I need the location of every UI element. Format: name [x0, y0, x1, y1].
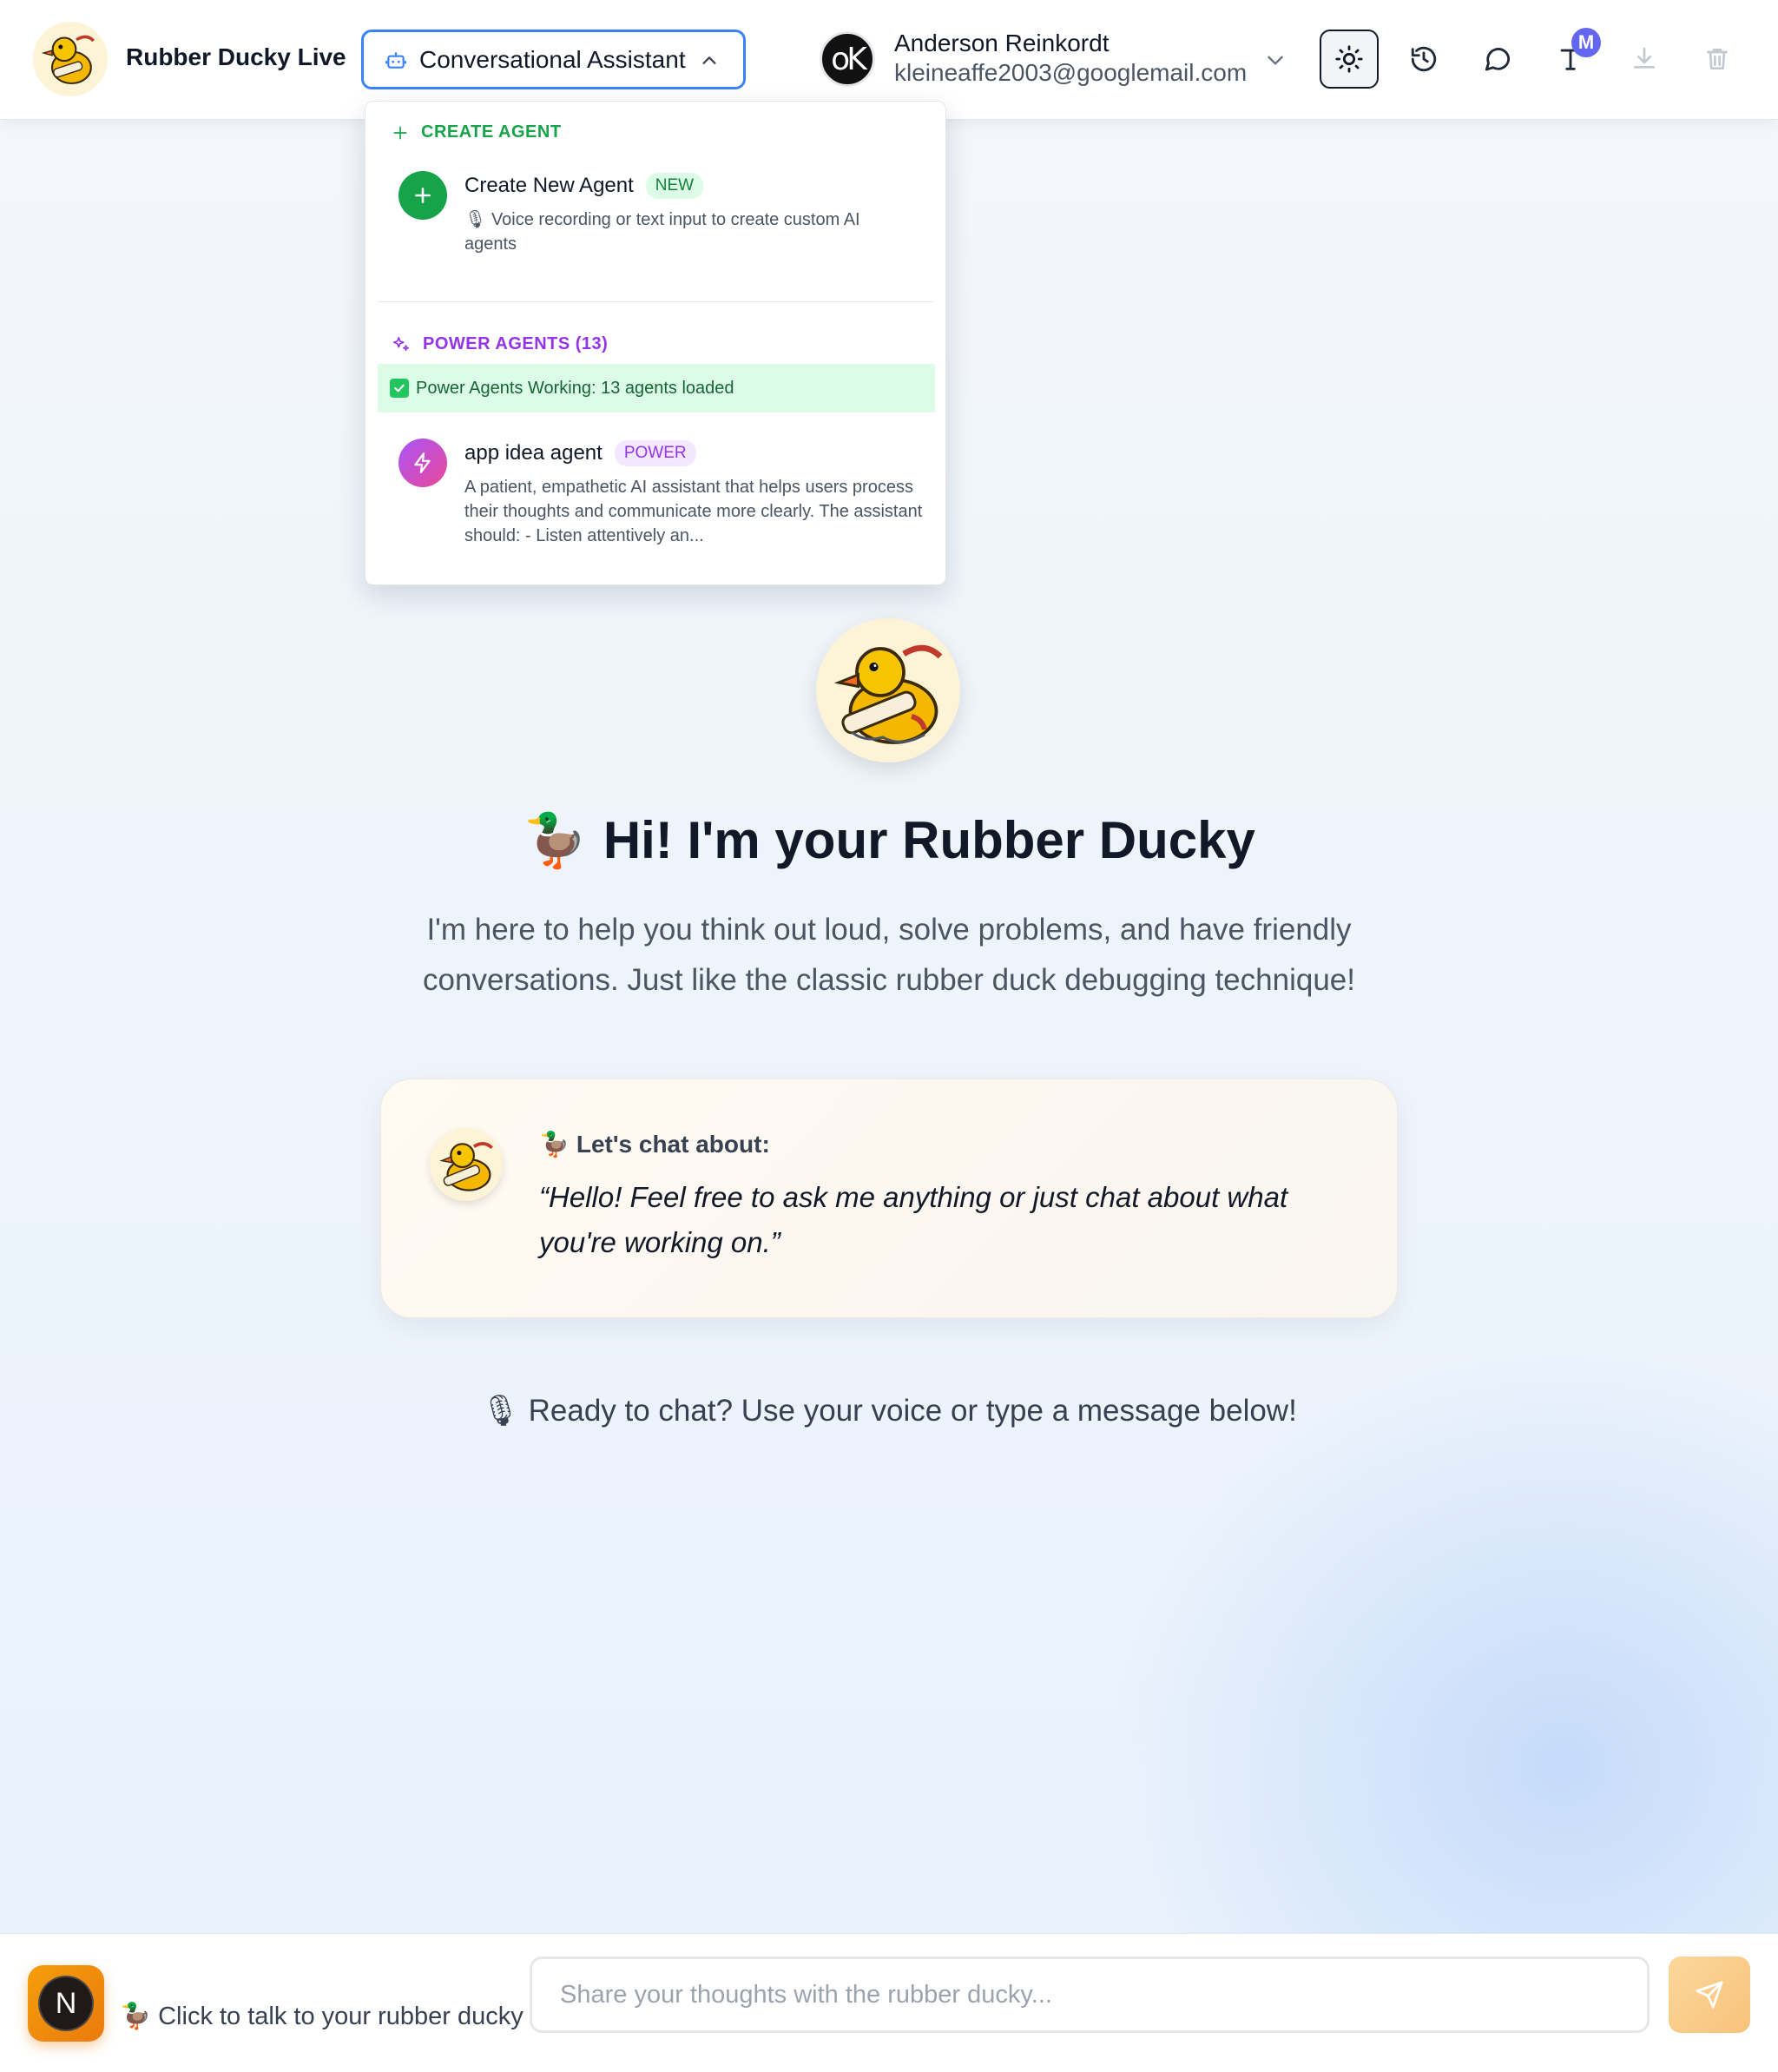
hero-subtitle: I'm here to help you think out loud, sol…	[423, 913, 1355, 997]
send-icon	[1696, 1981, 1723, 2009]
power-badge: POWER	[614, 440, 696, 466]
new-badge: NEW	[645, 173, 704, 199]
input-bar: N 🦆 Click to talk to your rubber ducky	[0, 1933, 1778, 2072]
font-badge: M	[1571, 28, 1601, 57]
voice-record-button[interactable]: N	[28, 1965, 104, 2042]
chat-bubble-icon	[1485, 48, 1511, 71]
send-button[interactable]	[1669, 1957, 1750, 2033]
talk-hint[interactable]: 🦆 Click to talk to your rubber ducky	[120, 2002, 524, 2031]
bot-icon	[385, 51, 406, 69]
talk-hint-text: Click to talk to your rubber ducky	[158, 2002, 524, 2030]
lightning-icon	[398, 439, 447, 487]
message-input[interactable]	[530, 1957, 1650, 2033]
rubber-duck-icon	[439, 1142, 493, 1191]
create-agent-description: 🎙 Voice recording or text input to creat…	[464, 210, 860, 254]
check-icon	[390, 379, 409, 398]
create-agent-title: Create New Agent	[464, 174, 634, 197]
power-agent-description: A patient, empathetic AI assistant that …	[464, 478, 923, 545]
create-agent-title-row: Create New Agent NEW	[464, 173, 704, 199]
app-logo[interactable]	[33, 22, 108, 96]
duck-emoji-icon: 🦆	[120, 2003, 152, 2030]
microphone-emoji-icon: 🎙	[481, 1394, 520, 1428]
card-quote: “Hello! Feel free to ask me anything or …	[539, 1181, 1288, 1258]
power-agents-section-title: POWER AGENTS (13)	[392, 334, 608, 354]
hero-duck-avatar	[816, 618, 960, 762]
download-icon	[1634, 47, 1655, 69]
history-icon	[1411, 46, 1437, 72]
create-agent-plus-icon	[398, 171, 447, 220]
delete-button[interactable]	[1688, 30, 1747, 89]
card-heading: 🦆 Let's chat about:	[539, 1130, 770, 1158]
power-agents-status-text: Power Agents Working: 13 agents loaded	[416, 378, 734, 398]
power-agent-title-row: app idea agent POWER	[464, 440, 696, 466]
theme-toggle-button[interactable]	[1320, 30, 1379, 89]
user-menu-chevron-down-icon[interactable]	[1264, 49, 1287, 71]
duck-logo-icon	[41, 35, 95, 85]
hero-title-text: Hi! I'm your Rubber Ducky	[603, 811, 1255, 869]
download-button[interactable]	[1615, 30, 1674, 89]
agent-selector[interactable]: Conversational Assistant	[361, 30, 746, 89]
sparkles-icon	[392, 336, 409, 351]
dropdown-divider	[378, 301, 933, 302]
hero-title: 🦆 Hi! I'm your Rubber Ducky	[0, 809, 1778, 871]
history-button[interactable]	[1394, 30, 1453, 89]
create-agent-section-title: CREATE AGENT	[392, 122, 562, 142]
duck-emoji-icon: 🦆	[523, 811, 588, 869]
rubber-duck-icon	[833, 644, 943, 744]
chevron-up-icon	[702, 56, 716, 64]
sun-icon	[1335, 45, 1363, 73]
power-agents-status: Power Agents Working: 13 agents loaded	[378, 364, 935, 412]
duck-emoji-icon: 🦆	[539, 1131, 570, 1158]
starter-prompt-card[interactable]: 🦆 Let's chat about: “Hello! Feel free to…	[380, 1079, 1398, 1318]
agent-selector-label: Conversational Assistant	[419, 45, 686, 73]
power-agent-title: app idea agent	[464, 441, 603, 465]
user-avatar[interactable]: oK	[820, 31, 875, 87]
voice-button-letter: N	[38, 1976, 94, 2031]
ready-to-chat-text: Ready to chat? Use your voice or type a …	[528, 1393, 1297, 1428]
user-email: kleineaffe2003@googlemail.com	[894, 59, 1248, 86]
trash-icon	[1707, 49, 1728, 69]
chat-button[interactable]	[1468, 30, 1527, 89]
ready-to-chat-hint: 🎙 Ready to chat? Use your voice or type …	[0, 1393, 1778, 1429]
card-duck-avatar	[430, 1128, 503, 1201]
agent-dropdown-menu: CREATE AGENT Create New Agent NEW 🎙 Voic…	[365, 101, 946, 585]
plus-icon	[393, 126, 407, 139]
user-name[interactable]: Anderson Reinkordt	[894, 30, 1109, 57]
card-heading-text: Let's chat about:	[576, 1130, 770, 1158]
app-title: Rubber Ducky Live	[126, 43, 346, 70]
